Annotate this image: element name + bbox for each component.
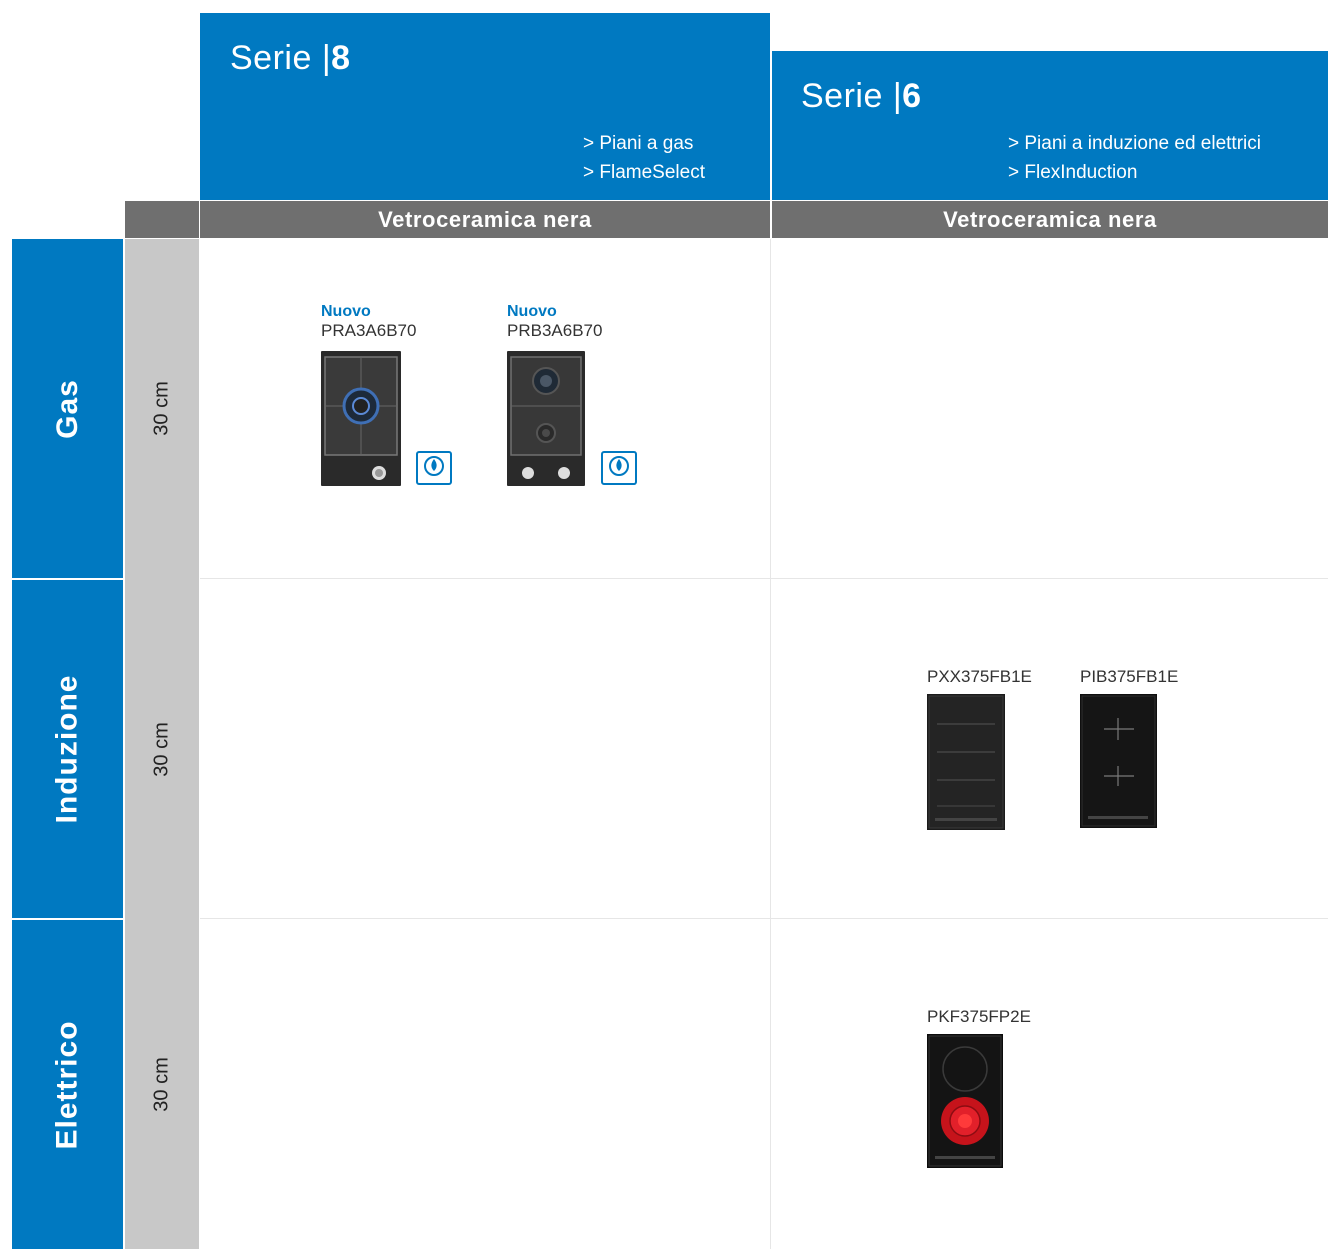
size-elettrico: 30 cm [150, 1057, 173, 1112]
size-gas: 30 cm [150, 381, 173, 436]
ceramic-hob-image [927, 1034, 1003, 1168]
product-pxx375fb1e[interactable]: PXX375FB1E [927, 667, 1032, 830]
gas-hob-single-burner-image [321, 351, 401, 486]
band-corner [125, 201, 199, 238]
product-code: PXX375FB1E [927, 667, 1032, 686]
product-code: PRA3A6B70 [321, 321, 417, 340]
serie-8-links: > Piani a gas > FlameSelect [583, 129, 705, 187]
serie-6-header: Serie |6 > Piani a induzione ed elettric… [772, 51, 1328, 200]
serie-6-title: Serie |6 [801, 77, 922, 115]
serie-8-title: Serie |8 [230, 39, 351, 77]
product-pkf375fp2e[interactable]: PKF375FP2E [927, 1007, 1031, 1168]
flame-icon [609, 456, 629, 476]
serie-6-links: > Piani a induzione ed elettrici > FlexI… [1008, 129, 1261, 187]
link-flameselect[interactable]: > FlameSelect [583, 158, 705, 187]
product-pib375fb1e[interactable]: PIB375FB1E [1080, 667, 1179, 828]
grid-divider-row-1 [200, 578, 1328, 579]
grid-divider-vertical [770, 239, 771, 1249]
flameselect-logo [601, 451, 637, 485]
product-pra3a6b70[interactable]: Nuovo PRA3A6B70 [321, 303, 452, 486]
induction-hob-two-zone-image [1080, 694, 1157, 828]
category-elettrico: Elettrico [12, 920, 123, 1249]
new-badge: Nuovo [321, 303, 371, 320]
new-badge: Nuovo [507, 303, 557, 320]
band-label-col2: Vetroceramica nera [772, 201, 1328, 238]
category-gas: Gas [12, 239, 123, 578]
product-code: PRB3A6B70 [507, 321, 603, 340]
flameselect-logo [416, 451, 452, 485]
serie-8-header: Serie |8 > Piani a gas > FlameSelect [200, 13, 770, 200]
link-piani-induzione-elettrici[interactable]: > Piani a induzione ed elettrici [1008, 129, 1261, 158]
induction-hob-flex-image [927, 694, 1005, 830]
grid-divider-row-2 [200, 918, 1328, 919]
size-induzione: 30 cm [150, 721, 173, 777]
gas-hob-double-burner-image [507, 351, 585, 486]
product-prb3a6b70[interactable]: Nuovo PRB3A6B70 [507, 303, 637, 486]
band-label-col1: Vetroceramica nera [200, 201, 770, 238]
flame-icon [424, 456, 444, 476]
category-induzione: Induzione [12, 580, 123, 918]
link-piani-a-gas[interactable]: > Piani a gas [583, 129, 705, 158]
product-code: PIB375FB1E [1080, 667, 1179, 686]
link-flexinduction[interactable]: > FlexInduction [1008, 158, 1261, 187]
product-code: PKF375FP2E [927, 1007, 1031, 1026]
